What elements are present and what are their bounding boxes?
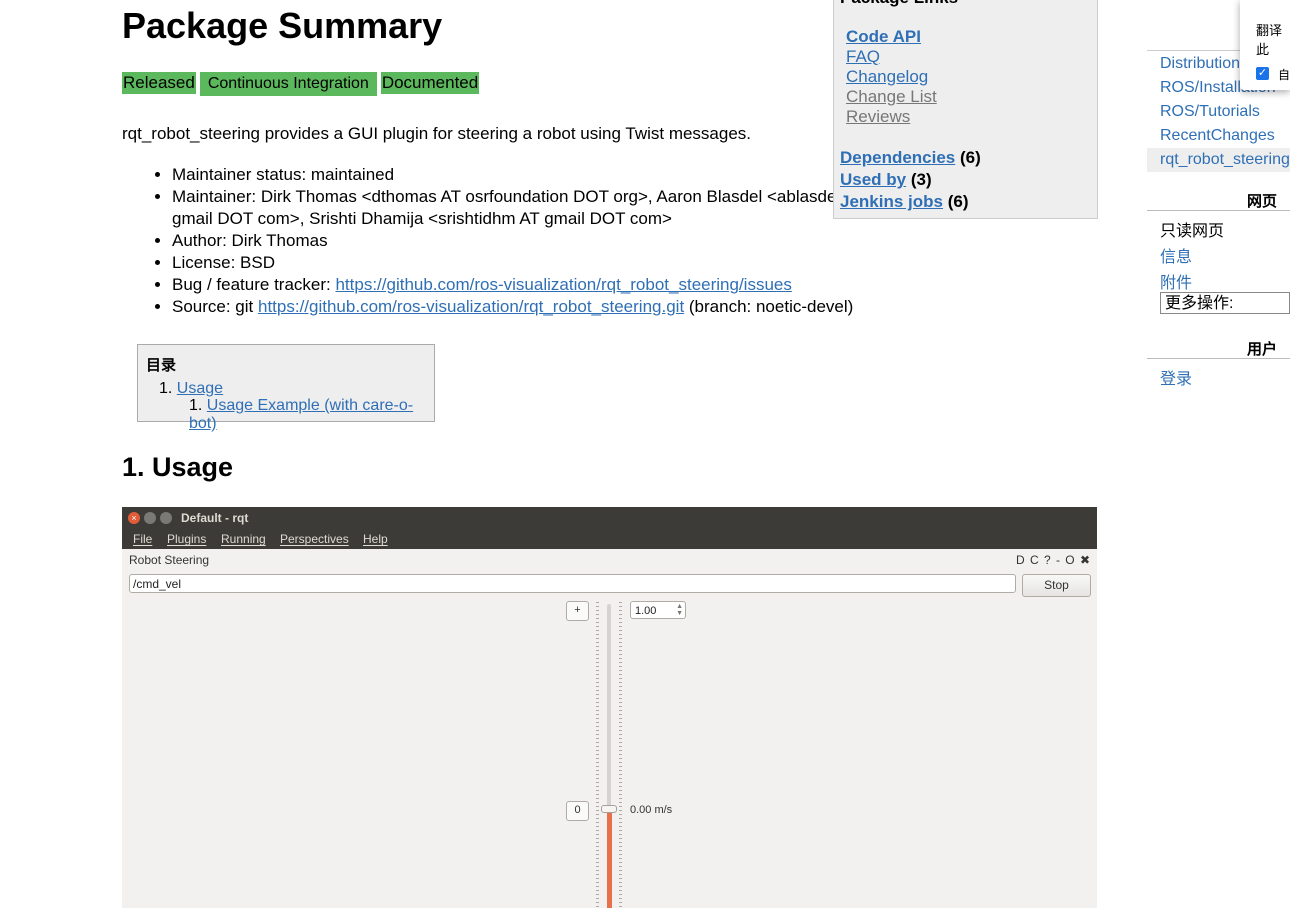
source-link[interactable]: https://github.com/ros-visualization/rqt… — [258, 297, 684, 316]
rqt-panel-controls: D C ? - O ✖ — [1015, 553, 1091, 567]
rqt-speed-readout: 0.00 m/s — [630, 804, 673, 816]
rqt-slider-ticks-right — [619, 602, 622, 908]
spin-arrows-icon: ▲ ▼ — [676, 603, 683, 617]
package-description: rqt_robot_steering provides a GUI plugin… — [122, 124, 752, 143]
rqt-zero-button: 0 — [566, 801, 589, 821]
toc-item: 1. Usage Example (with care-o-bot) — [189, 397, 414, 432]
jenkins-jobs-count: (6) — [947, 192, 969, 211]
package-links-list: Code API FAQ Changelog Change List Revie… — [846, 27, 937, 127]
dependencies-count: (6) — [960, 148, 981, 167]
license: License: BSD — [172, 252, 872, 274]
rqt-topic-input: /cmd_vel — [129, 574, 1016, 593]
translate-checkbox-label: 自 — [1278, 68, 1290, 82]
divider — [1147, 358, 1290, 359]
sidebar-item-rqt-robot-steering[interactable]: rqt_robot_steering — [1147, 148, 1290, 172]
table-of-contents: 目录 1. Usage 1. Usage Example (with care-… — [137, 344, 435, 432]
faq-link[interactable]: FAQ — [846, 47, 880, 66]
change-list-link[interactable]: Change List — [846, 87, 937, 106]
badge-continuous-integration[interactable]: Continuous Integration — [199, 72, 377, 96]
close-icon: × — [128, 512, 140, 524]
info-link[interactable]: 信息 — [1160, 243, 1192, 267]
badge-released[interactable]: Released — [122, 72, 196, 94]
badge-documented[interactable]: Documented — [380, 72, 480, 94]
bug-tracker: Bug / feature tracker: https://github.co… — [172, 274, 872, 296]
used-by-count: (3) — [910, 170, 932, 189]
sidebar-item-ros-tutorials[interactable]: ROS/Tutorials — [1160, 100, 1290, 124]
maximize-icon — [160, 512, 172, 524]
used-by-link[interactable]: Used by — [840, 170, 906, 189]
usage-heading: 1. Usage — [122, 452, 234, 482]
checkbox-icon[interactable]: ✓ — [1256, 67, 1269, 80]
package-links-title: Package Links — [840, 0, 958, 8]
rqt-menu-plugins: Plugins — [167, 532, 207, 546]
code-api-link[interactable]: Code API — [846, 27, 921, 46]
reviews-link[interactable]: Reviews — [846, 107, 910, 126]
user-section-heading: 用户 — [1246, 341, 1277, 358]
rqt-menu-file: File — [133, 532, 153, 546]
page-section-heading: 网页 — [1246, 193, 1277, 210]
source: Source: git https://github.com/ros-visua… — [172, 296, 872, 318]
toc-link-usage-example[interactable]: Usage Example (with care-o-bot) — [189, 397, 413, 432]
bug-tracker-link[interactable]: https://github.com/ros-visualization/rqt… — [335, 275, 791, 294]
maintainer-status: Maintainer status: maintained — [172, 164, 872, 186]
minimize-icon — [144, 512, 156, 524]
rqt-panel-title: Robot Steering — [129, 553, 210, 567]
rqt-slider-ticks-left — [596, 602, 599, 908]
rqt-menu-help: Help — [363, 532, 388, 546]
readonly-page: 只读网页 — [1160, 223, 1225, 240]
rqt-menubar: File Plugins Running Perspectives Help — [122, 529, 1097, 549]
rqt-window-title: Default - rqt — [181, 511, 249, 525]
translate-text[interactable]: 翻译此 — [1256, 20, 1290, 58]
jenkins-jobs-link[interactable]: Jenkins jobs — [840, 192, 943, 211]
page-title: Package Summary — [122, 5, 443, 46]
sidebar-item-recent-changes[interactable]: RecentChanges — [1160, 124, 1290, 148]
author: Author: Dirk Thomas — [172, 230, 872, 252]
rqt-screenshot: × Default - rqt File Plugins Running Per… — [122, 507, 1097, 908]
right-sidebar: Distributions ROS/Installation ROS/Tutor… — [1147, 0, 1290, 908]
rqt-titlebar: × Default - rqt — [122, 507, 1097, 529]
rqt-max-spinbox: 1.00 ▲ ▼ — [630, 601, 686, 619]
maintainer: Maintainer: Dirk Thomas <dthomas AT osrf… — [172, 186, 872, 230]
more-actions-select[interactable]: 更多操作: — [1160, 292, 1290, 314]
package-info-list: Maintainer status: maintained Maintainer… — [122, 164, 872, 318]
rqt-slider-handle — [601, 805, 617, 813]
toc-item: 1. Usage — [159, 380, 224, 397]
attachments-link[interactable]: 附件 — [1160, 269, 1192, 293]
toc-link-usage[interactable]: Usage — [177, 380, 223, 397]
rqt-menu-perspectives: Perspectives — [280, 532, 349, 546]
changelog-link[interactable]: Changelog — [846, 67, 928, 86]
status-badges: Released Continuous Integration Document… — [122, 72, 480, 96]
rqt-plus-button: + — [566, 601, 589, 621]
login-link[interactable]: 登录 — [1160, 365, 1192, 389]
rqt-slider-fill — [607, 811, 612, 908]
divider — [1147, 210, 1290, 211]
rqt-stop-button: Stop — [1022, 574, 1091, 597]
package-counts: Dependencies (6) Used by (3) Jenkins job… — [840, 147, 981, 213]
package-links-box: Package Links Code API FAQ Changelog Cha… — [833, 0, 1098, 219]
rqt-menu-running: Running — [221, 532, 266, 546]
toc-title: 目录 — [146, 357, 177, 374]
translate-popup: 翻译此 ✓ 自 — [1240, 0, 1290, 90]
dependencies-link[interactable]: Dependencies — [840, 148, 955, 167]
